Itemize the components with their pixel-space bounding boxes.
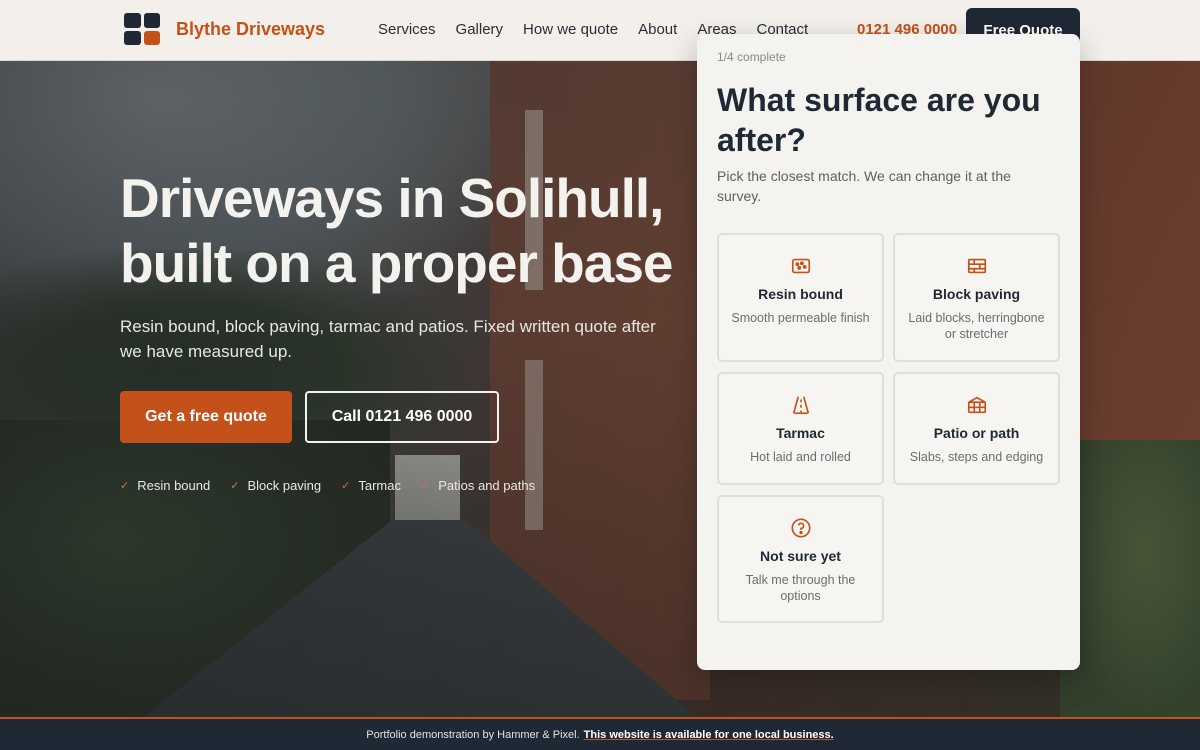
option-title: Not sure yet: [760, 548, 841, 564]
option-title: Resin bound: [758, 286, 843, 302]
nav-services[interactable]: Services: [378, 21, 436, 38]
option-resin-bound[interactable]: Resin bound Smooth permeable finish: [717, 233, 884, 362]
service-checklist: ✓ Resin bound ✓ Block paving ✓ Tarmac ✓ Pati…: [120, 478, 535, 493]
hero-title: Driveways in Solihull, built on a proper…: [120, 167, 674, 294]
check-item: ✓ Patios and paths: [421, 478, 535, 493]
nav-gallery[interactable]: Gallery: [456, 21, 504, 38]
option-desc: Talk me through the options: [745, 573, 856, 603]
option-block-paving[interactable]: Block paving Laid blocks, herringbone or…: [893, 233, 1060, 362]
nav-about[interactable]: About: [638, 21, 677, 38]
check-icon: ✓: [120, 480, 130, 492]
check-icon: ✓: [341, 480, 351, 492]
check-label: Block paving: [247, 478, 322, 493]
quote-form-panel: 1/4 complete What surface are you after?…: [697, 34, 1080, 670]
form-title: What surface are you after?: [717, 82, 1041, 158]
option-not-sure-yet[interactable]: Not sure yet Talk me through the options: [717, 495, 884, 623]
option-title: Block paving: [932, 286, 1021, 302]
check-item: ✓ Resin bound: [120, 478, 210, 493]
option-tarmac[interactable]: Tarmac Hot laid and rolled: [717, 372, 884, 485]
check-label: Patios and paths: [438, 478, 536, 493]
form-subtitle: Pick the closest match. We can change it…: [717, 168, 1011, 204]
banner-link[interactable]: This website is available for one local …: [584, 729, 834, 741]
road-icon: [792, 396, 809, 415]
check-item: ✓ Block paving: [230, 478, 321, 493]
option-title: Patio or path: [933, 425, 1020, 441]
option-desc: Slabs, steps and edging: [909, 450, 1044, 464]
form-progress: 1/4 complete: [717, 50, 786, 64]
nav-how-we-quote[interactable]: How we quote: [523, 21, 618, 38]
resin-icon: [791, 258, 810, 274]
check-item: ✓ Tarmac: [341, 478, 401, 493]
option-patio-or-path[interactable]: Patio or path Slabs, steps and edging: [893, 372, 1060, 485]
option-desc: Hot laid and rolled: [750, 450, 851, 464]
patio-icon: [967, 396, 986, 414]
check-icon: ✓: [421, 480, 431, 492]
option-title: Tarmac: [776, 425, 825, 441]
logo-icon[interactable]: [124, 13, 160, 45]
check-label: Resin bound: [137, 478, 211, 493]
question-icon: [790, 518, 811, 538]
call-button[interactable]: Call 0121 496 0000: [305, 391, 499, 443]
check-label: Tarmac: [358, 478, 401, 493]
banner-text: Portfolio demonstration by Hammer & Pixe…: [366, 728, 580, 741]
portfolio-banner: Portfolio demonstration by Hammer & Pixe…: [0, 717, 1200, 750]
get-free-quote-button[interactable]: Get a free quote: [120, 391, 292, 443]
check-icon: ✓: [230, 480, 240, 492]
option-desc: Smooth permeable finish: [731, 311, 870, 325]
option-desc: Laid blocks, herringbone or stretcher: [908, 311, 1045, 341]
brand-name[interactable]: Blythe Driveways: [176, 19, 325, 40]
hero-subtitle: Resin bound, block paving, tarmac and pa…: [120, 317, 656, 361]
block-paving-icon: [967, 258, 986, 274]
